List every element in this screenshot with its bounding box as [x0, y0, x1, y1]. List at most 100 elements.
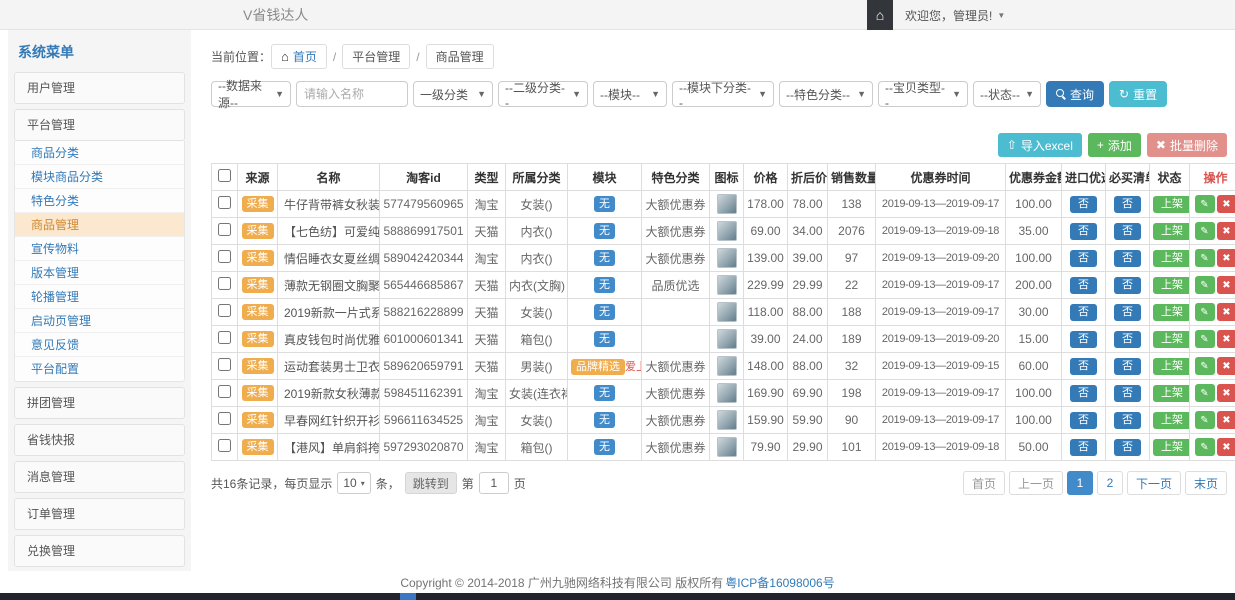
sidebar-item[interactable]: 省钱快报 — [14, 424, 185, 456]
delete-button[interactable]: ✖ — [1217, 384, 1235, 402]
must-buy-toggle[interactable]: 否 — [1114, 223, 1141, 240]
must-buy-toggle[interactable]: 否 — [1114, 304, 1141, 321]
delete-button[interactable]: ✖ — [1217, 303, 1235, 321]
jump-page-input[interactable] — [479, 472, 509, 494]
page-button[interactable]: 上一页 — [1009, 471, 1063, 495]
row-checkbox[interactable] — [218, 412, 231, 425]
delete-button[interactable]: ✖ — [1217, 276, 1235, 294]
row-checkbox[interactable] — [218, 304, 231, 317]
jump-button[interactable]: 跳转到 — [405, 472, 457, 494]
filter-select[interactable]: --状态--▼ — [973, 81, 1041, 107]
row-checkbox[interactable] — [218, 277, 231, 290]
filter-select[interactable]: --特色分类--▼ — [779, 81, 873, 107]
breadcrumb-item[interactable]: 平台管理 — [342, 44, 410, 69]
sidebar-item[interactable]: 拼团管理 — [14, 387, 185, 419]
batch-delete-button[interactable]: ✖ 批量删除 — [1147, 133, 1227, 157]
name-search-input[interactable] — [296, 81, 408, 107]
row-checkbox[interactable] — [218, 250, 231, 263]
delete-button[interactable]: ✖ — [1217, 195, 1235, 213]
import-select-toggle[interactable]: 否 — [1070, 412, 1097, 429]
page-button[interactable]: 末页 — [1185, 471, 1227, 495]
must-buy-toggle[interactable]: 否 — [1114, 277, 1141, 294]
sidebar-item[interactable]: 兑换管理 — [14, 535, 185, 567]
status-button[interactable]: 上架 — [1153, 196, 1190, 213]
import-select-toggle[interactable]: 否 — [1070, 250, 1097, 267]
import-select-toggle[interactable]: 否 — [1070, 277, 1097, 294]
status-button[interactable]: 上架 — [1153, 277, 1190, 294]
sidebar-item[interactable]: 订单管理 — [14, 498, 185, 530]
must-buy-toggle[interactable]: 否 — [1114, 439, 1141, 456]
status-button[interactable]: 上架 — [1153, 304, 1190, 321]
edit-button[interactable]: ✎ — [1195, 438, 1215, 456]
sidebar-subitem[interactable]: 宣传物料 — [15, 237, 184, 261]
row-checkbox[interactable] — [218, 223, 231, 236]
edit-button[interactable]: ✎ — [1195, 411, 1215, 429]
page-button[interactable]: 2 — [1097, 471, 1123, 495]
breadcrumb-item[interactable]: 商品管理 — [426, 44, 494, 69]
import-select-toggle[interactable]: 否 — [1070, 439, 1097, 456]
import-excel-button[interactable]: ⇧ 导入excel — [998, 133, 1082, 157]
filter-select[interactable]: --模块下分类--▼ — [672, 81, 774, 107]
delete-button[interactable]: ✖ — [1217, 330, 1235, 348]
sidebar-subitem[interactable]: 启动页管理 — [15, 309, 184, 333]
must-buy-toggle[interactable]: 否 — [1114, 196, 1141, 213]
filter-select[interactable]: --模块--▼ — [593, 81, 667, 107]
edit-button[interactable]: ✎ — [1195, 330, 1215, 348]
row-checkbox[interactable] — [218, 439, 231, 452]
status-button[interactable]: 上架 — [1153, 385, 1190, 402]
import-select-toggle[interactable]: 否 — [1070, 385, 1097, 402]
filter-select[interactable]: --二级分类--▼ — [498, 81, 588, 107]
search-button[interactable]: 查询 — [1046, 81, 1104, 107]
sidebar-item[interactable]: 消息管理 — [14, 461, 185, 493]
edit-button[interactable]: ✎ — [1195, 195, 1215, 213]
add-button[interactable]: + 添加 — [1088, 133, 1141, 157]
status-button[interactable]: 上架 — [1153, 358, 1190, 375]
status-button[interactable]: 上架 — [1153, 331, 1190, 348]
must-buy-toggle[interactable]: 否 — [1114, 331, 1141, 348]
sidebar-subitem[interactable]: 特色分类 — [15, 189, 184, 213]
row-checkbox[interactable] — [218, 196, 231, 209]
edit-button[interactable]: ✎ — [1195, 384, 1215, 402]
delete-button[interactable]: ✖ — [1217, 411, 1235, 429]
row-checkbox[interactable] — [218, 331, 231, 344]
filter-select[interactable]: --宝贝类型--▼ — [878, 81, 968, 107]
reset-button[interactable]: ↻ 重置 — [1109, 81, 1167, 107]
delete-button[interactable]: ✖ — [1217, 249, 1235, 267]
breadcrumb-home[interactable]: ⌂ 首页 — [271, 44, 327, 69]
import-select-toggle[interactable]: 否 — [1070, 223, 1097, 240]
must-buy-toggle[interactable]: 否 — [1114, 385, 1141, 402]
filter-select[interactable]: --数据来源--▼ — [211, 81, 291, 107]
must-buy-toggle[interactable]: 否 — [1114, 412, 1141, 429]
edit-button[interactable]: ✎ — [1195, 222, 1215, 240]
sidebar-item[interactable]: 用户管理 — [14, 72, 185, 104]
row-checkbox[interactable] — [218, 385, 231, 398]
sidebar-subitem[interactable]: 商品分类 — [15, 141, 184, 165]
sidebar-subitem[interactable]: 商品管理 — [15, 213, 184, 237]
edit-button[interactable]: ✎ — [1195, 357, 1215, 375]
import-select-toggle[interactable]: 否 — [1070, 358, 1097, 375]
import-select-toggle[interactable]: 否 — [1070, 196, 1097, 213]
sidebar-subitem[interactable]: 轮播管理 — [15, 285, 184, 309]
sidebar-subitem[interactable]: 版本管理 — [15, 261, 184, 285]
page-button[interactable]: 1 — [1067, 471, 1093, 495]
must-buy-toggle[interactable]: 否 — [1114, 358, 1141, 375]
edit-button[interactable]: ✎ — [1195, 249, 1215, 267]
status-button[interactable]: 上架 — [1153, 412, 1190, 429]
status-button[interactable]: 上架 — [1153, 250, 1190, 267]
sidebar-item[interactable]: 平台管理 — [14, 109, 185, 141]
user-menu[interactable]: 欢迎您，管理员! ▼ — [893, 0, 1017, 30]
delete-button[interactable]: ✖ — [1217, 357, 1235, 375]
sidebar-subitem[interactable]: 模块商品分类 — [15, 165, 184, 189]
status-button[interactable]: 上架 — [1153, 223, 1190, 240]
select-all-checkbox[interactable] — [218, 169, 231, 182]
per-page-select[interactable]: 10 ▾ — [337, 472, 370, 494]
home-button[interactable]: ⌂ — [867, 0, 893, 30]
page-button[interactable]: 下一页 — [1127, 471, 1181, 495]
delete-button[interactable]: ✖ — [1217, 438, 1235, 456]
filter-select[interactable]: 一级分类▼ — [413, 81, 493, 107]
page-button[interactable]: 首页 — [963, 471, 1005, 495]
must-buy-toggle[interactable]: 否 — [1114, 250, 1141, 267]
import-select-toggle[interactable]: 否 — [1070, 331, 1097, 348]
row-checkbox[interactable] — [218, 358, 231, 371]
import-select-toggle[interactable]: 否 — [1070, 304, 1097, 321]
